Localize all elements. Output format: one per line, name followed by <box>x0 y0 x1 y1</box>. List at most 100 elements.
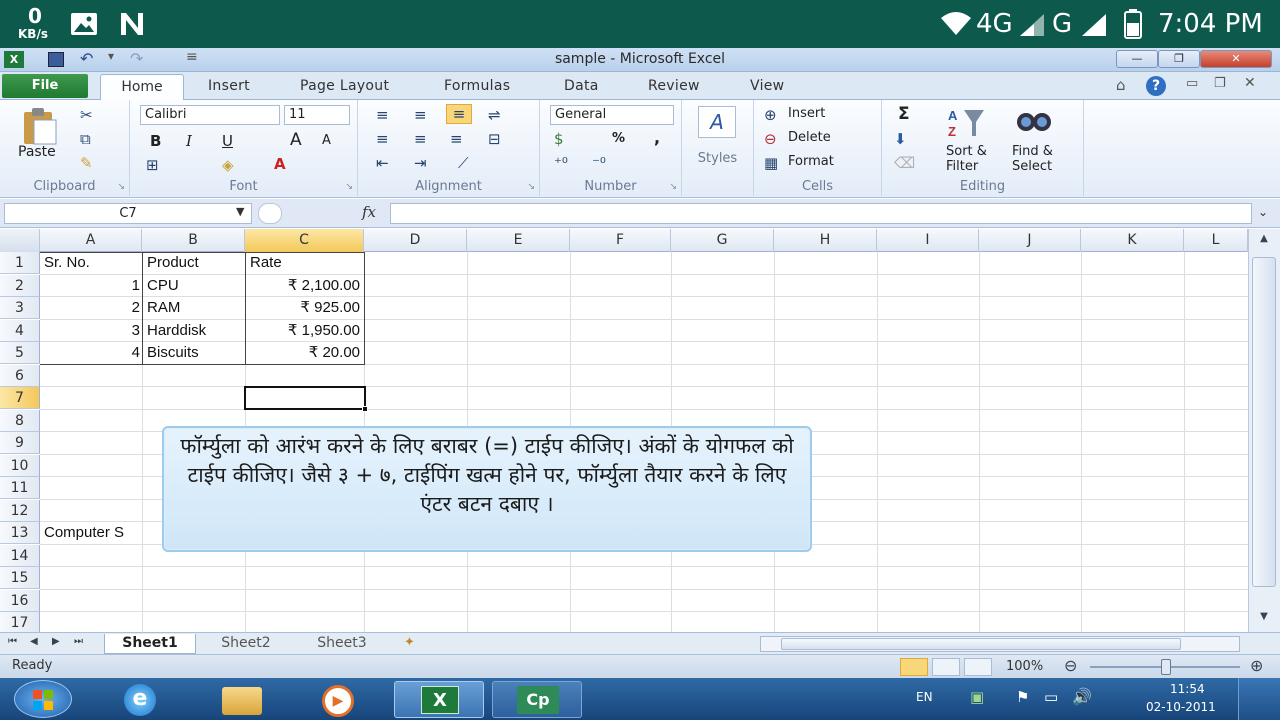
cell-c3[interactable]: ₹ 925.00 <box>248 297 360 319</box>
column-header-l[interactable]: L <box>1184 229 1248 252</box>
horizontal-scroll-thumb[interactable] <box>781 638 1181 650</box>
tab-page-layout[interactable]: Page Layout <box>300 78 389 94</box>
doc-minimize-icon[interactable]: ▭ <box>1186 76 1198 91</box>
column-header-c[interactable]: C <box>245 229 364 252</box>
cell-c4[interactable]: ₹ 1,950.00 <box>248 320 360 342</box>
styles-icon[interactable]: A <box>698 106 736 138</box>
font-color-icon[interactable]: A <box>274 155 286 173</box>
cell-a1[interactable]: Sr. No. <box>44 252 140 274</box>
align-middle-icon[interactable]: ≡ <box>414 106 427 124</box>
doc-close-icon[interactable]: ✕ <box>1244 75 1256 91</box>
vertical-scrollbar[interactable]: ▲ ▼ <box>1248 229 1280 632</box>
taskbar-clock-date[interactable]: 02-10-2011 <box>1146 700 1216 714</box>
delete-cells-icon[interactable]: ⊖ <box>764 130 777 148</box>
borders-icon[interactable]: ⊞ <box>146 156 159 174</box>
action-center-flag-icon[interactable]: ⚑ <box>1016 688 1029 706</box>
row-header-4[interactable]: 4 <box>0 320 40 342</box>
cell-a3[interactable]: 2 <box>44 297 140 319</box>
column-header-b[interactable]: B <box>142 229 245 252</box>
column-header-k[interactable]: K <box>1081 229 1184 252</box>
font-launcher-icon[interactable]: ↘ <box>345 182 353 192</box>
autosum-button[interactable]: Σ <box>898 104 910 124</box>
clipboard-launcher-icon[interactable]: ↘ <box>117 182 125 192</box>
row-header-6[interactable]: 6 <box>0 365 40 387</box>
tab-review[interactable]: Review <box>648 78 700 94</box>
insert-cells-button[interactable]: Insert <box>788 106 825 121</box>
row-header-10[interactable]: 10 <box>0 455 40 477</box>
insert-sheet-icon[interactable]: ✦ <box>404 635 415 650</box>
cell-b2[interactable]: CPU <box>147 275 243 297</box>
column-header-i[interactable]: I <box>877 229 979 252</box>
last-sheet-icon[interactable]: ⏭ <box>74 636 83 647</box>
row-header-17[interactable]: 17 <box>0 612 40 632</box>
zoom-slider-thumb[interactable] <box>1161 659 1171 675</box>
underline-button[interactable]: U <box>222 132 233 150</box>
wrap-text-icon[interactable]: ⇌ <box>488 106 501 124</box>
cell-c1[interactable]: Rate <box>250 252 362 274</box>
row-header-11[interactable]: 11 <box>0 477 40 499</box>
minimize-button[interactable]: — <box>1116 50 1158 68</box>
number-format-select[interactable]: General <box>550 105 674 125</box>
column-header-a[interactable]: A <box>40 229 142 252</box>
cell-b4[interactable]: Harddisk <box>147 320 243 342</box>
page-layout-view-button[interactable] <box>932 658 960 676</box>
page-break-view-button[interactable] <box>964 658 992 676</box>
clear-icon[interactable]: ⌫ <box>894 154 915 172</box>
ribbon-collapse-icon[interactable]: ⌂ <box>1116 76 1126 94</box>
tab-view[interactable]: View <box>750 78 784 94</box>
cell-c2[interactable]: ₹ 2,100.00 <box>248 275 360 297</box>
column-header-h[interactable]: H <box>774 229 877 252</box>
shrink-font-button[interactable]: A <box>322 133 331 148</box>
zoom-in-icon[interactable]: ⊕ <box>1250 656 1263 675</box>
tab-data[interactable]: Data <box>564 78 599 94</box>
percent-button[interactable]: % <box>612 131 625 146</box>
bold-button[interactable]: B <box>150 132 161 150</box>
font-family-select[interactable]: Calibri <box>140 105 280 125</box>
increase-decimal-icon[interactable]: ⁺⁰ <box>554 154 568 172</box>
name-box[interactable]: C7 <box>4 203 252 224</box>
fill-handle[interactable] <box>362 406 368 412</box>
scroll-up-icon[interactable]: ▲ <box>1253 233 1275 249</box>
insert-cells-icon[interactable]: ⊕ <box>764 106 777 124</box>
align-center-icon[interactable]: ≡ <box>414 130 427 148</box>
orientation-icon[interactable]: ⟋ <box>458 154 469 172</box>
delete-cells-button[interactable]: Delete <box>788 130 831 145</box>
paste-icon[interactable] <box>18 106 60 146</box>
zoom-level[interactable]: 100% <box>1006 659 1043 674</box>
row-header-1[interactable]: 1 <box>0 252 40 274</box>
align-right-icon[interactable]: ≡ <box>450 130 463 148</box>
paste-label[interactable]: Paste <box>18 144 56 160</box>
first-sheet-icon[interactable]: ⏮ <box>8 636 17 647</box>
row-header-2[interactable]: 2 <box>0 275 40 297</box>
sheet-tab-1[interactable]: Sheet1 <box>104 634 196 654</box>
column-header-j[interactable]: J <box>979 229 1081 252</box>
column-header-e[interactable]: E <box>467 229 570 252</box>
align-bottom-icon[interactable]: ≡ <box>446 104 472 124</box>
align-top-icon[interactable]: ≡ <box>376 106 389 124</box>
increase-indent-icon[interactable]: ⇥ <box>414 154 427 172</box>
start-button[interactable] <box>14 680 72 718</box>
horizontal-scrollbar[interactable] <box>760 636 1240 652</box>
comma-button[interactable]: , <box>654 128 660 147</box>
row-header-9[interactable]: 9 <box>0 432 40 454</box>
row-header-8[interactable]: 8 <box>0 410 40 432</box>
find-select-label-1[interactable]: Find & <box>1012 144 1053 159</box>
formula-bar-expand-button[interactable] <box>258 203 282 224</box>
selected-cell-c7[interactable] <box>244 386 366 410</box>
row-header-12[interactable]: 12 <box>0 500 40 522</box>
cut-icon[interactable]: ✂ <box>80 106 93 124</box>
media-player-taskbar-button[interactable]: ▶ <box>302 681 378 718</box>
row-header-5[interactable]: 5 <box>0 342 40 364</box>
network-tray-icon[interactable]: ▭ <box>1044 688 1058 706</box>
doc-restore-icon[interactable]: ❐ <box>1214 76 1226 91</box>
number-launcher-icon[interactable]: ↘ <box>669 182 677 192</box>
cell-b5[interactable]: Biscuits <box>147 342 243 364</box>
format-cells-icon[interactable]: ▦ <box>764 154 778 172</box>
row-header-14[interactable]: 14 <box>0 545 40 567</box>
align-left-icon[interactable]: ≡ <box>376 130 389 148</box>
copy-icon[interactable]: ⧉ <box>80 130 91 148</box>
taskbar-clock-time[interactable]: 11:54 <box>1170 682 1205 696</box>
column-header-d[interactable]: D <box>364 229 467 252</box>
tray-app-icon[interactable]: ▣ <box>970 688 984 706</box>
cell-a4[interactable]: 3 <box>44 320 140 342</box>
